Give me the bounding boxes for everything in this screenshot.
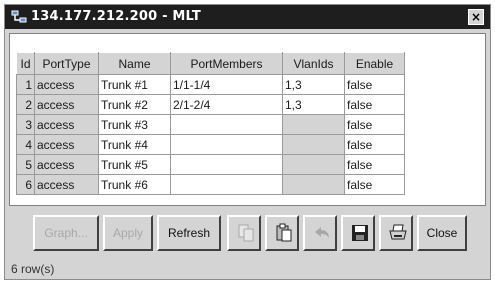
undo-icon (315, 227, 329, 238)
cell-porttype: access (34, 94, 99, 115)
cell-id: 1 (16, 74, 35, 95)
column-header-portmembers[interactable]: PortMembers (170, 52, 283, 75)
cell-enable[interactable]: false (344, 154, 405, 175)
cell-porttype: access (34, 74, 99, 95)
table-row[interactable]: 4 access Trunk #4 false (16, 134, 405, 155)
network-icon (11, 10, 27, 23)
table-row[interactable]: 6 access Trunk #6 false (16, 174, 405, 195)
table-row[interactable]: 1 access Trunk #1 1/1-1/4 1,3 false (16, 74, 405, 95)
column-header-name[interactable]: Name (98, 52, 171, 75)
title-bar[interactable]: 134.177.212.200 - MLT × (5, 5, 490, 29)
undo-button[interactable] (303, 215, 337, 251)
cell-name[interactable]: Trunk #1 (98, 74, 171, 95)
cell-vlanids (282, 174, 345, 195)
cell-enable[interactable]: false (344, 134, 405, 155)
table-header-row: Id PortType Name PortMembers VlanIds Ena… (16, 52, 405, 75)
column-header-id[interactable]: Id (16, 52, 35, 75)
cell-id: 6 (16, 174, 35, 195)
cell-vlanids (282, 134, 345, 155)
save-icon (352, 225, 368, 241)
cell-porttype: access (34, 134, 99, 155)
cell-enable[interactable]: false (344, 94, 405, 115)
copy-button[interactable] (227, 215, 261, 251)
button-toolbar: Graph... Apply Refresh Close (5, 215, 490, 255)
graph-button[interactable]: Graph... (33, 215, 99, 251)
save-button[interactable] (341, 215, 375, 251)
cell-name[interactable]: Trunk #3 (98, 114, 171, 135)
cell-portmembers[interactable] (170, 114, 283, 135)
table-row[interactable]: 5 access Trunk #5 false (16, 154, 405, 175)
column-header-enable[interactable]: Enable (344, 52, 405, 75)
cell-portmembers[interactable] (170, 134, 283, 155)
cell-porttype: access (34, 174, 99, 195)
column-header-porttype[interactable]: PortType (34, 52, 99, 75)
cell-id: 4 (16, 134, 35, 155)
cell-id: 2 (16, 94, 35, 115)
column-header-vlanids[interactable]: VlanIds (282, 52, 345, 75)
cell-name[interactable]: Trunk #5 (98, 154, 171, 175)
cell-name[interactable]: Trunk #2 (98, 94, 171, 115)
cell-porttype: access (34, 114, 99, 135)
apply-button[interactable]: Apply (103, 215, 153, 251)
cell-name[interactable]: Trunk #4 (98, 134, 171, 155)
cell-enable[interactable]: false (344, 114, 405, 135)
mlt-table: Id PortType Name PortMembers VlanIds Ena… (16, 52, 405, 195)
close-button[interactable]: Close (417, 215, 467, 251)
print-button[interactable] (379, 215, 413, 251)
table-row[interactable]: 2 access Trunk #2 2/1-2/4 1,3 false (16, 94, 405, 115)
cell-portmembers[interactable] (170, 154, 283, 175)
table-row[interactable]: 3 access Trunk #3 false (16, 114, 405, 135)
cell-portmembers[interactable]: 2/1-2/4 (170, 94, 283, 115)
cell-vlanids[interactable]: 1,3 (282, 74, 345, 95)
cell-vlanids (282, 154, 345, 175)
cell-vlanids (282, 114, 345, 135)
refresh-button[interactable]: Refresh (157, 215, 221, 251)
cell-id: 3 (16, 114, 35, 135)
mlt-window: 134.177.212.200 - MLT × Id PortType Name… (4, 4, 491, 280)
copy-icon (238, 224, 254, 242)
cell-id: 5 (16, 154, 35, 175)
print-icon (389, 224, 407, 240)
cell-vlanids[interactable]: 1,3 (282, 94, 345, 115)
window-title: 134.177.212.200 - MLT (31, 9, 201, 24)
cell-enable[interactable]: false (344, 74, 405, 95)
cell-name[interactable]: Trunk #6 (98, 174, 171, 195)
window-close-button[interactable]: × (468, 9, 484, 25)
table-panel: Id PortType Name PortMembers VlanIds Ena… (9, 33, 486, 206)
cell-portmembers[interactable]: 1/1-1/4 (170, 74, 283, 95)
cell-porttype: access (34, 154, 99, 175)
paste-button[interactable] (265, 215, 299, 251)
cell-enable[interactable]: false (344, 174, 405, 195)
cell-portmembers[interactable] (170, 174, 283, 195)
status-bar-text: 6 row(s) (11, 262, 55, 276)
paste-icon (276, 223, 292, 242)
